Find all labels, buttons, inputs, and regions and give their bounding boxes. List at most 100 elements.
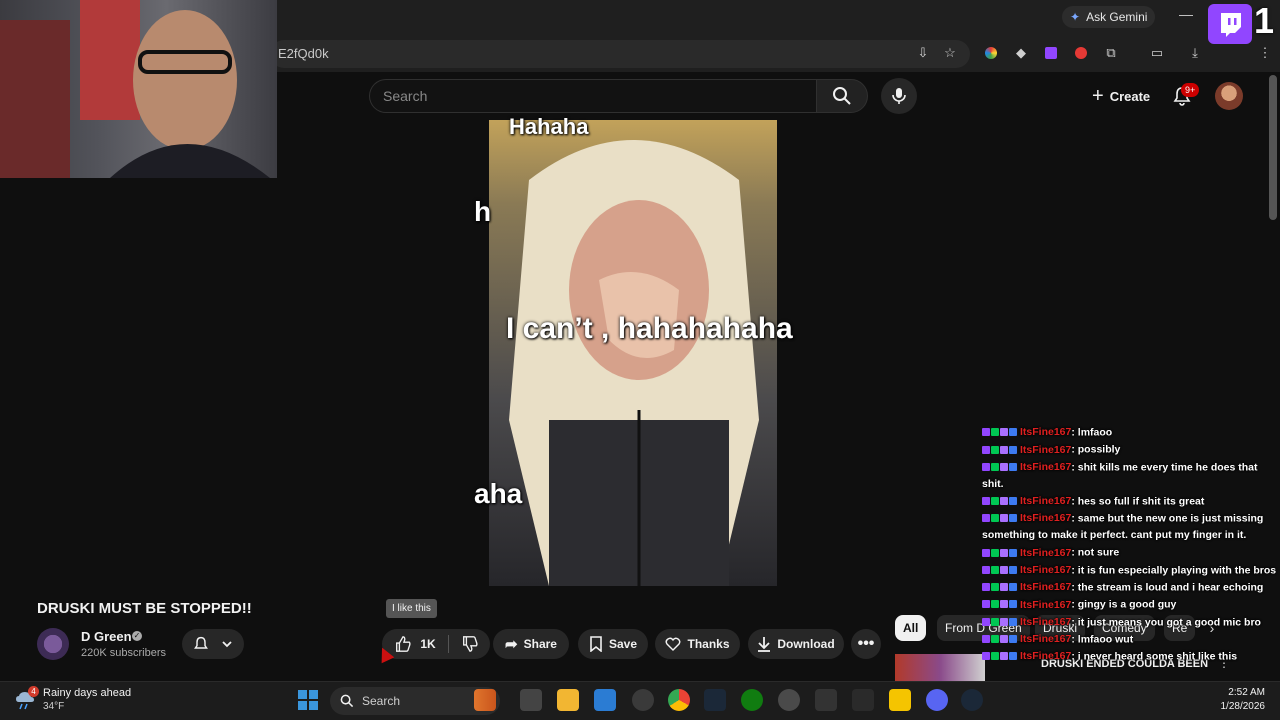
chevron-down-icon <box>222 641 232 648</box>
video-player[interactable] <box>489 120 777 586</box>
bookmark-star-icon[interactable]: ☆ <box>941 44 959 62</box>
search-icon <box>340 694 354 708</box>
search-placeholder: Search <box>383 88 428 104</box>
like-count: 1K <box>420 637 436 651</box>
thumbs-down-icon <box>462 636 478 652</box>
chat-username[interactable]: ItsFine167 <box>1020 650 1071 662</box>
ask-gemini-label: Ask Gemini <box>1086 10 1148 24</box>
extension-diamond-icon[interactable]: ◆ <box>1012 44 1030 62</box>
chat-message: ItsFine167: hes so full if shit its grea… <box>982 493 1278 510</box>
heart-dollar-icon <box>665 637 681 651</box>
file-explorer-icon[interactable] <box>557 689 579 711</box>
download-label: Download <box>777 637 835 651</box>
share-button[interactable]: ➦ Share <box>493 629 569 659</box>
chat-message: ItsFine167: lmfaoo wut <box>982 631 1278 648</box>
voice-search-button[interactable] <box>881 78 917 114</box>
create-button[interactable]: + Create <box>1080 80 1162 112</box>
spotify-style-app-icon[interactable] <box>778 689 800 711</box>
chat-badges-icon <box>982 562 1018 579</box>
search-input[interactable] <box>369 79 817 113</box>
dislike-button[interactable] <box>449 629 490 659</box>
chat-message: ItsFine167: it is fun especially playing… <box>982 562 1278 579</box>
chat-message: ItsFine167: shit kills me every time he … <box>982 459 1278 493</box>
chat-username[interactable]: ItsFine167 <box>1020 444 1071 456</box>
save-label: Save <box>608 637 638 651</box>
ask-gemini-button[interactable]: ✦ Ask Gemini <box>1062 6 1156 28</box>
epic-games-icon[interactable] <box>852 689 874 711</box>
browser-menu-icon[interactable]: ⋮ <box>1256 44 1274 62</box>
downloads-icon[interactable]: ⤓ <box>1186 44 1204 62</box>
windows-start-button[interactable] <box>298 690 318 710</box>
xbox-app-icon[interactable] <box>741 689 763 711</box>
download-button[interactable]: Download <box>748 629 844 659</box>
chat-username[interactable]: ItsFine167 <box>1020 547 1071 559</box>
video-caption-left-2: aha <box>474 478 523 509</box>
video-frame-person <box>509 140 759 586</box>
create-label: Create <box>1109 88 1151 104</box>
chat-badges-icon <box>982 614 1018 631</box>
chrome-browser-icon[interactable] <box>668 689 690 711</box>
chat-username[interactable]: ItsFine167 <box>1020 426 1071 438</box>
chat-message: ItsFine167: possibly <box>982 441 1278 458</box>
recommended-thumbnail[interactable] <box>895 654 985 681</box>
streamer-webcam <box>0 0 277 178</box>
page-scrollbar[interactable] <box>1269 75 1277 220</box>
share-arrow-icon: ➦ <box>505 636 518 653</box>
chat-text: : possibly <box>1071 443 1121 456</box>
search-button[interactable] <box>816 79 868 113</box>
task-view-icon[interactable] <box>520 689 542 711</box>
taskbar-widget-app-icon[interactable] <box>474 689 496 711</box>
extensions-puzzle-icon[interactable]: ⧉ <box>1102 44 1120 62</box>
notification-count-badge: 9+ <box>1181 83 1200 97</box>
chat-text: : it just means you got a good mic bro <box>1071 615 1261 628</box>
video-caption-left-1: h <box>474 196 492 227</box>
steam-app-icon[interactable] <box>704 689 726 711</box>
chat-username[interactable]: ItsFine167 <box>1020 599 1071 611</box>
discord-app-icon[interactable] <box>926 689 948 711</box>
bookmark-icon <box>590 636 602 652</box>
taskbar-clock-date[interactable]: 1/28/2026 <box>1212 701 1266 712</box>
extension-red-icon[interactable] <box>1072 44 1090 62</box>
chat-text: : gingy is a good guy <box>1071 598 1177 611</box>
share-label: Share <box>523 637 557 651</box>
chat-message: ItsFine167: i never heard some shit like… <box>982 648 1278 665</box>
chat-message: ItsFine167: not sure <box>982 544 1278 561</box>
gemini-sparkle-icon: ✦ <box>1070 10 1081 24</box>
taskbar-clock-time[interactable]: 2:52 AM <box>1219 687 1265 698</box>
steam-tray-icon[interactable] <box>961 689 983 711</box>
7zip-app-icon[interactable] <box>815 689 837 711</box>
more-actions-button[interactable]: ••• <box>851 629 881 659</box>
extension-twitch-icon[interactable] <box>1042 44 1060 62</box>
microsoft-store-icon[interactable] <box>594 689 616 711</box>
extension-color-icon[interactable] <box>982 44 1000 62</box>
chat-username[interactable]: ItsFine167 <box>1020 581 1071 593</box>
channel-name[interactable]: D Green <box>81 629 132 644</box>
twitch-logo-icon <box>1208 4 1252 44</box>
chat-username[interactable]: ItsFine167 <box>1020 616 1071 628</box>
chat-username[interactable]: ItsFine167 <box>1020 564 1071 576</box>
like-tooltip: I like this <box>386 599 437 618</box>
subscription-notify-button[interactable] <box>182 629 244 659</box>
chat-username[interactable]: ItsFine167 <box>1020 512 1071 524</box>
taskbar-search-label: Search <box>362 694 401 708</box>
chat-text: : not sure <box>1071 546 1120 559</box>
channel-avatar[interactable] <box>37 628 69 660</box>
chat-username[interactable]: ItsFine167 <box>1020 633 1071 645</box>
chat-badges-icon <box>982 510 1018 527</box>
chat-username[interactable]: ItsFine167 <box>1020 495 1071 507</box>
chat-badges-icon <box>982 648 1018 665</box>
install-app-icon[interactable]: ⇩ <box>914 44 932 62</box>
address-bar[interactable] <box>270 40 970 68</box>
chat-text: : the stream is loud and i hear echoing <box>1071 581 1264 594</box>
account-avatar[interactable] <box>1215 82 1243 110</box>
window-minimize-button[interactable]: — <box>1178 6 1194 26</box>
thanks-button[interactable]: Thanks <box>655 629 740 659</box>
split-view-icon[interactable]: ▭ <box>1148 44 1166 62</box>
chat-message: ItsFine167: gingy is a good guy <box>982 596 1278 613</box>
subscriber-count: 220K subscribers <box>81 647 166 659</box>
rockstar-launcher-icon[interactable] <box>889 689 911 711</box>
chat-username[interactable]: ItsFine167 <box>1020 461 1071 473</box>
obs-app-icon[interactable] <box>632 689 654 711</box>
save-button[interactable]: Save <box>578 629 648 659</box>
chip-all[interactable]: All <box>895 615 927 641</box>
